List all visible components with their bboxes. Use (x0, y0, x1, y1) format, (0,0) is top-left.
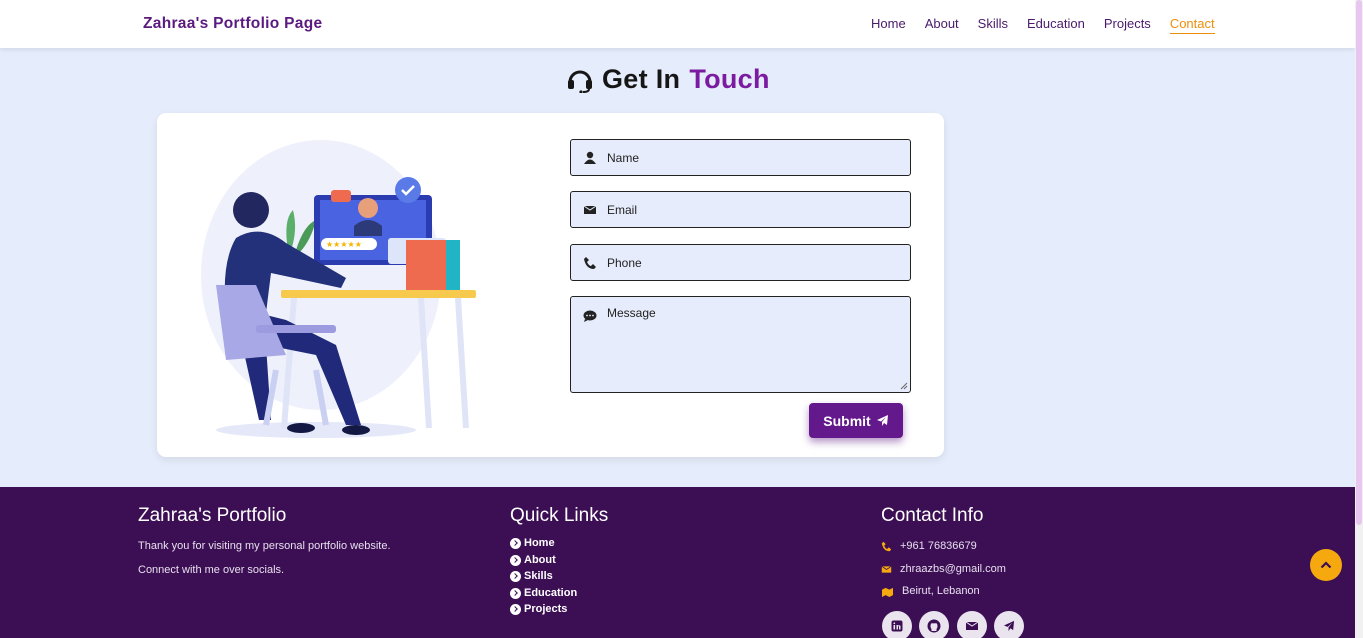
name-input[interactable] (607, 140, 902, 175)
footer-about-text-2: Connect with me over socials. (138, 564, 285, 576)
footer-link-education[interactable]: Education (510, 587, 577, 599)
scrollbar-thumb[interactable] (1356, 0, 1362, 525)
nav-skills[interactable]: Skills (978, 16, 1008, 34)
chevron-up-icon (1320, 561, 1332, 569)
message-input[interactable] (607, 306, 902, 388)
contact-phone-text: +961 76836679 (900, 540, 977, 552)
main-nav: Home About Skills Education Projects Con… (871, 16, 1234, 34)
phone-input[interactable] (607, 245, 902, 280)
chevron-circle-icon (510, 570, 521, 582)
footer-link-label: Projects (524, 603, 568, 615)
nav-projects[interactable]: Projects (1104, 16, 1151, 34)
email-input[interactable] (607, 192, 902, 227)
submit-label: Submit (823, 412, 871, 429)
footer-link-projects[interactable]: Projects (510, 603, 567, 615)
comment-dots-icon (583, 310, 597, 322)
contact-illustration: ★★★★★ (201, 140, 476, 438)
scroll-to-top-button[interactable] (1310, 549, 1342, 581)
submit-button[interactable]: Submit (809, 403, 903, 438)
chevron-circle-icon (510, 587, 521, 599)
footer-link-label: About (524, 554, 556, 566)
paper-plane-icon (876, 415, 888, 426)
nav-home[interactable]: Home (871, 16, 906, 34)
contact-email-text: zhraazbs@gmail.com (900, 563, 1006, 575)
top-navbar: Zahraa's Portfolio Page Home About Skill… (0, 0, 1355, 48)
name-field[interactable] (570, 139, 911, 176)
footer-link-about[interactable]: About (510, 554, 556, 566)
chevron-circle-icon (510, 603, 521, 615)
github-icon (927, 619, 941, 633)
envelope-icon (583, 205, 597, 214)
nav-about[interactable]: About (925, 16, 959, 34)
footer-contact-title: Contact Info (881, 505, 984, 526)
map-icon (882, 587, 893, 597)
email-button[interactable] (957, 611, 987, 638)
title-accent: Touch (689, 64, 770, 94)
svg-text:★★★★★: ★★★★★ (326, 240, 362, 249)
footer-about-text-1: Thank you for visiting my personal portf… (138, 540, 391, 552)
chevron-circle-icon (510, 537, 521, 549)
contact-location: Beirut, Lebanon (881, 585, 980, 597)
telegram-icon (1003, 620, 1015, 632)
footer-about-title: Zahraa's Portfolio (138, 505, 287, 526)
nav-contact[interactable]: Contact (1169, 16, 1215, 34)
phone-field[interactable] (570, 244, 911, 281)
phone-icon (881, 541, 892, 551)
footer-link-label: Skills (524, 570, 553, 582)
envelope-icon (881, 565, 892, 573)
footer-link-label: Home (524, 537, 555, 549)
telegram-button[interactable] (994, 611, 1024, 638)
contact-location-text: Beirut, Lebanon (902, 585, 980, 597)
contact-email: zhraazbs@gmail.com (881, 563, 1006, 575)
brand-title[interactable]: Zahraa's Portfolio Page (143, 15, 322, 33)
headset-icon (568, 70, 592, 93)
contact-phone: +961 76836679 (881, 540, 977, 552)
nav-education[interactable]: Education (1027, 16, 1085, 34)
linkedin-button[interactable] (882, 611, 912, 638)
footer-link-home[interactable]: Home (510, 537, 555, 549)
user-icon (584, 151, 596, 164)
section-title: Get In Touch (566, 64, 770, 95)
github-button[interactable] (919, 611, 949, 638)
resize-handle-icon[interactable] (900, 382, 908, 390)
email-field[interactable] (570, 191, 911, 228)
chevron-circle-icon (510, 554, 521, 566)
footer-link-skills[interactable]: Skills (510, 570, 553, 582)
footer-link-label: Education (524, 587, 578, 599)
linkedin-icon (891, 620, 903, 632)
phone-icon (584, 257, 596, 269)
footer-links-title: Quick Links (510, 505, 609, 526)
message-field[interactable] (570, 296, 911, 393)
title-main: Get In (602, 64, 681, 94)
envelope-icon (966, 621, 978, 630)
